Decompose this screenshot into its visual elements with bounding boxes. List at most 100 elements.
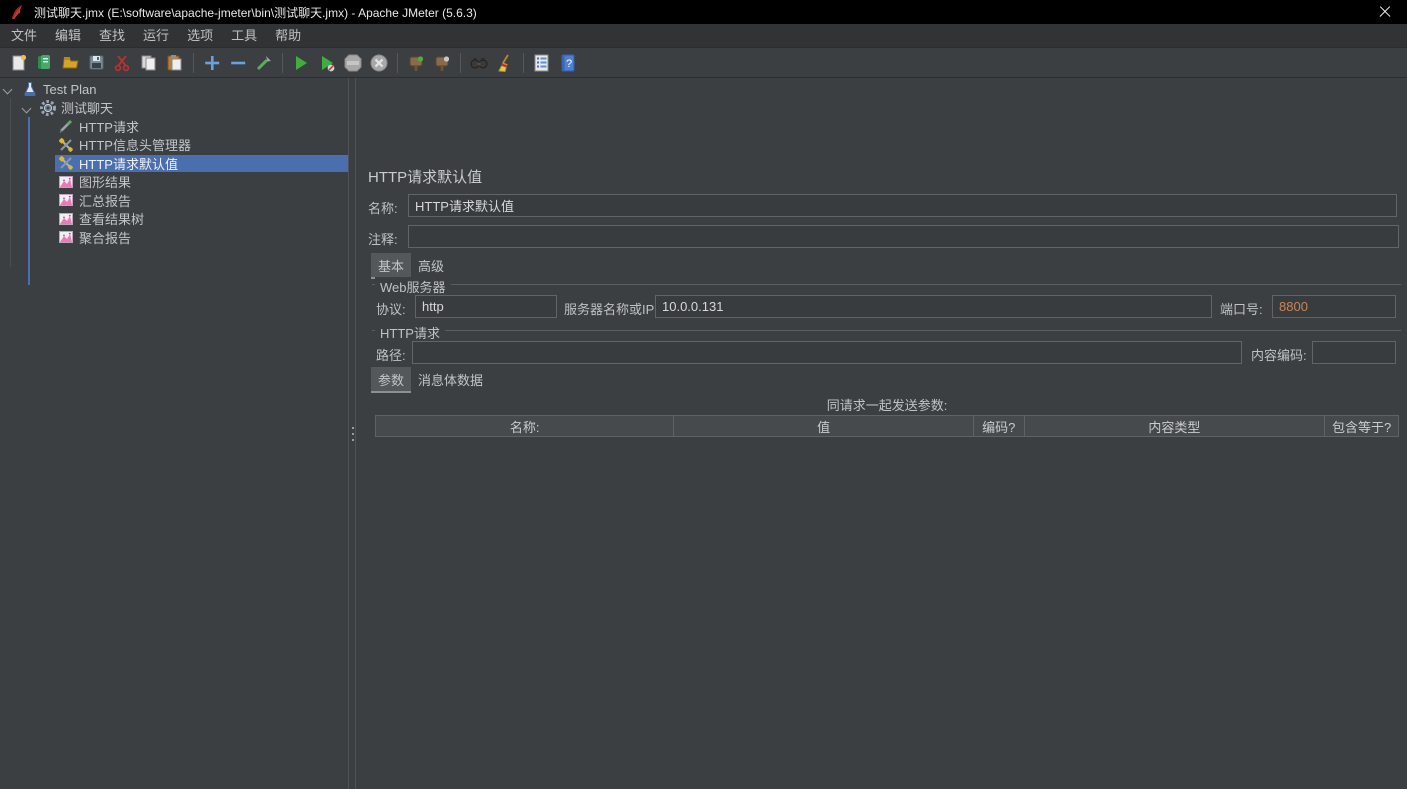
open-file-icon[interactable]	[59, 51, 83, 75]
test-plan-icon	[22, 81, 38, 97]
toggle-icon[interactable]	[252, 51, 276, 75]
search-icon[interactable]	[467, 51, 491, 75]
chevron-down-icon[interactable]	[3, 85, 13, 95]
chevron-down-icon[interactable]	[22, 103, 32, 113]
summary-report-icon	[58, 192, 74, 208]
window-title: 测试聊天.jmx (E:\software\apache-jmeter\bin\…	[34, 4, 477, 21]
comment-input[interactable]	[408, 225, 1399, 248]
tree-item-label: 图形结果	[79, 172, 131, 191]
menu-item-编辑[interactable]: 编辑	[46, 24, 90, 47]
pane-splitter[interactable]	[348, 78, 356, 789]
content-encoding-label: 内容编码:	[1251, 345, 1307, 364]
tree-item-label: HTTP请求	[79, 117, 139, 136]
tab-高级[interactable]: 高级	[411, 253, 451, 279]
function-helper-icon[interactable]	[530, 51, 554, 75]
server-name-label: 服务器名称或IP:	[564, 299, 658, 318]
http-sampler-icon	[58, 118, 74, 134]
toolbar-separator	[460, 53, 461, 73]
name-label: 名称:	[368, 198, 398, 217]
thread-group-icon	[40, 100, 56, 116]
protocol-input[interactable]	[415, 295, 557, 318]
comment-label: 注释:	[368, 229, 398, 248]
tab-基本[interactable]: 基本	[371, 253, 411, 279]
minimize-button[interactable]	[1272, 0, 1317, 24]
tab-消息体数据[interactable]: 消息体数据	[411, 367, 490, 393]
parameters-tabs: 参数消息体数据	[371, 367, 490, 393]
stop-icon[interactable]	[341, 51, 365, 75]
column-header-内容类型[interactable]: 内容类型	[1025, 416, 1325, 436]
splitter-grip-dot	[352, 427, 354, 429]
protocol-label: 协议:	[376, 299, 406, 318]
jmeter-window: 测试聊天.jmx (E:\software\apache-jmeter\bin\…	[0, 0, 1407, 789]
remote-start-icon[interactable]	[404, 51, 428, 75]
tree-item-HTTP请求默认值[interactable]: HTTP请求默认值	[0, 154, 348, 173]
shutdown-icon[interactable]	[367, 51, 391, 75]
clear-all-icon[interactable]	[493, 51, 517, 75]
new-file-icon[interactable]	[7, 51, 31, 75]
collapse-all-icon[interactable]	[226, 51, 250, 75]
tree-item-查看结果树[interactable]: 查看结果树	[0, 210, 348, 229]
remote-shutdown-icon[interactable]	[430, 51, 454, 75]
cut-icon[interactable]	[111, 51, 135, 75]
jmeter-feather-icon	[8, 3, 26, 21]
copy-icon[interactable]	[137, 51, 161, 75]
paste-icon[interactable]	[163, 51, 187, 75]
tree-item-label: HTTP信息头管理器	[79, 135, 191, 154]
toolbar-separator	[282, 53, 283, 73]
start-icon[interactable]	[289, 51, 313, 75]
expand-all-icon[interactable]	[200, 51, 224, 75]
toolbar-separator	[523, 53, 524, 73]
menu-item-工具[interactable]: 工具	[222, 24, 266, 47]
save-icon[interactable]	[85, 51, 109, 75]
content-encoding-input[interactable]	[1312, 341, 1396, 364]
basic-advanced-tabs: 基本高级	[371, 253, 451, 279]
tab-参数[interactable]: 参数	[371, 367, 411, 393]
column-header-编码?[interactable]: 编码?	[974, 416, 1025, 436]
close-icon	[1379, 6, 1391, 18]
menu-item-运行[interactable]: 运行	[134, 24, 178, 47]
tree-item-label: 汇总报告	[79, 191, 131, 210]
splitter-grip-dot	[352, 433, 354, 435]
column-header-名称:[interactable]: 名称:	[376, 416, 674, 436]
maximize-button[interactable]	[1317, 0, 1362, 24]
name-input[interactable]	[408, 194, 1397, 217]
http-request-group-label: HTTP请求	[375, 323, 445, 342]
menu-bar: 文件编辑查找运行选项工具帮助	[0, 24, 1407, 48]
title-bar: 测试聊天.jmx (E:\software\apache-jmeter\bin\…	[0, 0, 1407, 24]
menu-item-文件[interactable]: 文件	[2, 24, 46, 47]
port-input[interactable]	[1272, 295, 1396, 318]
menu-item-查找[interactable]: 查找	[90, 24, 134, 47]
column-header-包含等于?[interactable]: 包含等于?	[1325, 416, 1398, 436]
port-label: 端口号:	[1220, 299, 1263, 318]
tree-item-HTTP信息头管理器[interactable]: HTTP信息头管理器	[0, 136, 348, 155]
path-input[interactable]	[412, 341, 1242, 364]
tree-item-Test Plan[interactable]: Test Plan	[0, 80, 348, 99]
help-icon[interactable]: ?	[556, 51, 580, 75]
web-server-group-border	[372, 284, 1401, 285]
tree-item-label: 聚合报告	[79, 228, 131, 247]
parameters-table-header: 名称:值编码?内容类型包含等于?	[375, 415, 1399, 437]
tree-item-汇总报告[interactable]: 汇总报告	[0, 191, 348, 210]
start-no-timers-icon[interactable]	[315, 51, 339, 75]
server-name-input[interactable]	[655, 295, 1212, 318]
toolbar-separator	[193, 53, 194, 73]
templates-icon[interactable]	[33, 51, 57, 75]
menu-item-选项[interactable]: 选项	[178, 24, 222, 47]
column-header-值[interactable]: 值	[674, 416, 973, 436]
splitter-grip-dot	[352, 439, 354, 441]
params-caption: 同请求一起发送参数:	[375, 395, 1399, 414]
tree-item-HTTP请求[interactable]: HTTP请求	[0, 117, 348, 136]
tree-item-测试聊天[interactable]: 测试聊天	[0, 99, 348, 118]
path-label: 路径:	[376, 345, 406, 364]
close-button[interactable]	[1362, 0, 1407, 24]
tree-item-label: 测试聊天	[61, 98, 113, 117]
tree-item-label: Test Plan	[43, 82, 96, 97]
http-request-defaults-panel: HTTP请求默认值 名称: 注释: 基本高级 Web服务器 协议: 服务器名称或…	[356, 78, 1407, 789]
tree-item-聚合报告[interactable]: 聚合报告	[0, 228, 348, 247]
web-server-group-label: Web服务器	[375, 277, 451, 296]
http-request-group-border	[372, 330, 1401, 331]
graph-results-icon	[58, 174, 74, 190]
menu-item-帮助[interactable]: 帮助	[266, 24, 310, 47]
header-manager-icon	[58, 137, 74, 153]
tree-item-图形结果[interactable]: 图形结果	[0, 173, 348, 192]
